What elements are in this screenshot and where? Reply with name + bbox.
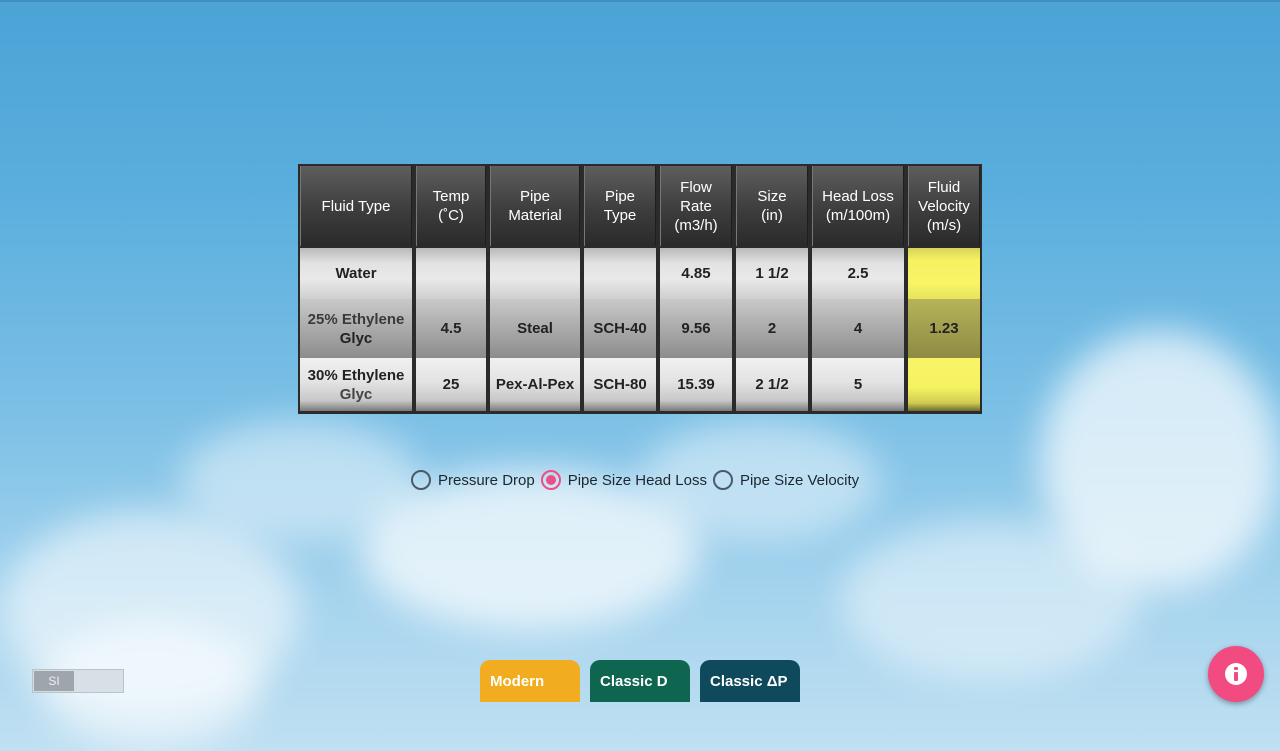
- velocity-cell: 1.23: [908, 299, 980, 358]
- flow-rate-cell[interactable]: 9.56: [660, 299, 732, 358]
- header-label: Pipe: [604, 188, 636, 205]
- header-unit: (˚C): [438, 207, 464, 224]
- status-divider: [0, 0, 1280, 2]
- info-icon: [1225, 663, 1247, 685]
- fluid-label: 25% Ethylene: [307, 310, 405, 328]
- fluid-cell[interactable]: 25% Ethylene Glyc: [300, 299, 412, 358]
- tab-classic-d[interactable]: Classic D: [590, 660, 690, 702]
- header-label: Temp: [432, 188, 470, 205]
- pipe-type-cell[interactable]: [584, 248, 656, 299]
- material-cell[interactable]: Steal: [490, 299, 580, 358]
- head-loss-cell[interactable]: 4: [812, 299, 904, 358]
- velocity-cell: [908, 358, 980, 411]
- fluid-label: Water: [335, 265, 377, 282]
- header-fluid-type: Fluid Type: [300, 166, 412, 246]
- flow-rate-cell[interactable]: 15.39: [660, 358, 732, 411]
- cloud: [180, 420, 420, 540]
- header-fluid-velocity: Fluid Velocity (m/s): [908, 166, 980, 246]
- radio-label[interactable]: Pipe Size Head Loss: [568, 472, 707, 489]
- flow-rate-cell[interactable]: 4.85: [660, 248, 732, 299]
- radio-pipe-size-head-loss[interactable]: Pipe Size Head Loss: [540, 470, 707, 490]
- material-cell[interactable]: [490, 248, 580, 299]
- header-label: Flow: [680, 178, 712, 196]
- header-unit: (m/s): [926, 216, 962, 234]
- radio-button-icon[interactable]: [411, 470, 431, 490]
- material-cell[interactable]: Pex-Al-Pex: [490, 358, 580, 411]
- pipe-type-cell[interactable]: SCH-80: [584, 358, 656, 411]
- fluid-label: Glyc: [339, 385, 373, 403]
- header-label: Pipe: [519, 188, 550, 205]
- radio-pressure-drop[interactable]: Pressure Drop: [411, 470, 535, 490]
- unit-toggle-switch[interactable]: SI: [32, 669, 124, 693]
- header-label: Velocity: [918, 197, 970, 215]
- size-cell[interactable]: 2 1/2: [736, 358, 808, 411]
- header-unit: (m/100m): [825, 207, 891, 224]
- size-cell[interactable]: 1 1/2: [736, 248, 808, 299]
- temp-cell[interactable]: 25: [416, 358, 486, 411]
- pipe-calc-table: Fluid Type Temp (˚C) Pipe Material Pipe Typ…: [298, 164, 982, 414]
- unit-toggle-knob[interactable]: SI: [34, 671, 74, 691]
- header-temp: Temp (˚C): [416, 166, 486, 246]
- header-label: Head Loss: [822, 188, 894, 205]
- pipe-type-cell[interactable]: SCH-40: [584, 299, 656, 358]
- radio-pipe-size-velocity[interactable]: Pipe Size Velocity: [712, 470, 859, 490]
- header-pipe-material: Pipe Material: [490, 166, 580, 246]
- size-cell[interactable]: 2: [736, 299, 808, 358]
- fluid-cell[interactable]: Water: [300, 248, 412, 299]
- info-fab-button[interactable]: [1208, 646, 1264, 702]
- radio-label[interactable]: Pipe Size Velocity: [740, 472, 859, 489]
- header-pipe-type: Pipe Type: [584, 166, 656, 246]
- fluid-cell[interactable]: 30% Ethylene Glyc: [300, 358, 412, 411]
- header-flow-rate: Flow Rate (m3/h): [660, 166, 732, 246]
- radio-button-icon[interactable]: [712, 470, 733, 490]
- fluid-label: 30% Ethylene: [307, 366, 405, 384]
- header-label: Fluid: [927, 178, 961, 196]
- header-unit: (m3/h): [674, 216, 718, 234]
- header-head-loss: Head Loss (m/100m): [812, 166, 904, 246]
- calc-mode-radio-group: Pressure Drop Pipe Size Head Loss Pipe S…: [411, 469, 865, 491]
- header-label: Rate: [680, 197, 712, 215]
- fluid-label: Glyc: [339, 329, 373, 347]
- radio-button-selected-icon[interactable]: [540, 470, 561, 490]
- velocity-cell: [908, 248, 980, 299]
- header-label: Size: [757, 188, 787, 205]
- radio-label[interactable]: Pressure Drop: [438, 472, 535, 489]
- tab-modern[interactable]: Modern: [480, 660, 580, 702]
- header-label: Material: [508, 207, 562, 224]
- header-label: Fluid Type: [321, 197, 391, 215]
- temp-cell[interactable]: [416, 248, 486, 299]
- cloud: [840, 520, 1140, 680]
- header-unit: (in): [761, 207, 783, 224]
- temp-cell[interactable]: 4.5: [416, 299, 486, 358]
- head-loss-cell[interactable]: 5: [812, 358, 904, 411]
- header-label: Type: [603, 207, 637, 224]
- header-size: Size (in): [736, 166, 808, 246]
- tab-classic-delta-p[interactable]: Classic ΔP: [700, 660, 800, 702]
- head-loss-cell[interactable]: 2.5: [812, 248, 904, 299]
